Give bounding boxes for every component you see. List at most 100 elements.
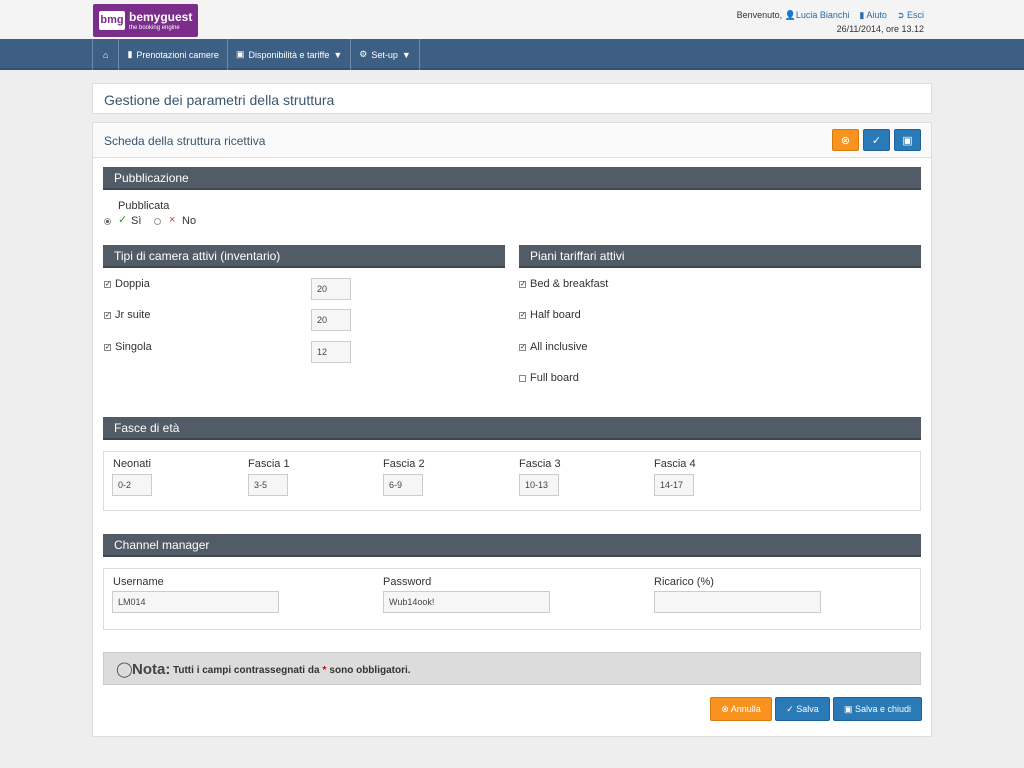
password-label: Password <box>383 576 432 588</box>
room-quantity-input[interactable]: 12 <box>311 341 351 363</box>
cancel-label: Annulla <box>730 704 761 714</box>
logout-link[interactable]: Esci <box>907 10 924 20</box>
published-yes-label: Sì <box>131 215 142 227</box>
lightbulb-icon: ◯ <box>116 661 133 678</box>
help-link[interactable]: Aiuto <box>866 10 887 20</box>
surcharge-label: Ricarico (%) <box>654 576 714 588</box>
plan-checkbox[interactable]: ✓ <box>519 312 526 319</box>
note-text-part1: Tutti i campi contrassegnati da <box>173 665 320 676</box>
age-band-label: Fascia 3 <box>519 458 561 470</box>
room-quantity-input[interactable]: 20 <box>311 309 351 331</box>
save-button[interactable]: ✓ Salva <box>775 697 830 721</box>
main-navbar: ⌂ ▮ Prenotazioni camere ▣ Disponibilità e … <box>0 39 1024 70</box>
chevron-down-icon: ▼ <box>401 49 411 60</box>
note-title: Nota: <box>132 661 171 678</box>
plan-label: All inclusive <box>530 341 588 353</box>
brand-tagline: the booking engine <box>129 25 180 31</box>
required-star: * <box>322 665 327 676</box>
section-rate-plans: Piani tariffari attivi <box>519 245 921 268</box>
brand-logo[interactable]: bmg bemyguest the booking engine <box>93 4 198 37</box>
save-label: Salva <box>796 704 819 714</box>
home-icon: ⌂ <box>103 49 109 60</box>
plan-label: Half board <box>530 309 581 321</box>
calendar-icon: ▣ <box>235 49 245 59</box>
help-icon: ▮ <box>859 10 865 20</box>
save-close-button[interactable]: ▣ Salva e chiudi <box>833 697 922 721</box>
plan-label: Full board <box>530 372 579 384</box>
age-band-label: Neonati <box>113 458 151 470</box>
note-text: Tutti i campi contrassegnati da * sono obb… <box>173 665 411 676</box>
top-bar: bmg bemyguest the booking engine Benvenu… <box>0 0 1024 39</box>
section-room-types: Tipi di camera attivi (inventario) <box>103 245 505 268</box>
book-icon: ▮ <box>127 49 133 59</box>
page-title-panel: Gestione dei parametri della struttura <box>92 83 932 114</box>
username-label: Username <box>113 576 164 588</box>
user-icon: 👤 <box>784 10 796 20</box>
published-yes-radio[interactable] <box>104 218 111 225</box>
section-pubblicazione: Pubblicazione <box>103 167 921 190</box>
floppy-icon: ▣ <box>902 135 913 147</box>
age-band-input[interactable]: 6-9 <box>383 474 423 496</box>
cancel-button[interactable]: ⊗ Annulla <box>710 697 772 721</box>
save-icon-button[interactable]: ✓ <box>863 129 890 151</box>
channel-manager-box: Username LM014 Password Wub14ook! Ricari… <box>103 568 921 630</box>
published-no-radio[interactable] <box>154 218 161 225</box>
user-name-link[interactable]: Lucia Bianchi <box>796 10 850 20</box>
plan-label: Bed & breakfast <box>530 278 609 290</box>
nav-disponibilita[interactable]: ▣ Disponibilità e tariffe ▼ <box>226 39 350 70</box>
welcome-text: Benvenuto, <box>736 10 783 20</box>
check-icon: ✓ <box>118 214 128 226</box>
nav-setup[interactable]: ⚙ Set-up ▼ <box>350 39 420 70</box>
room-label: Singola <box>115 341 152 353</box>
logout-icon: ➲ <box>896 10 905 20</box>
age-band-label: Fascia 1 <box>248 458 290 470</box>
published-label: Pubblicata <box>118 200 170 212</box>
close-icon: ⊗ <box>721 704 729 714</box>
cross-icon: × <box>169 214 176 226</box>
plan-checkbox[interactable]: ✓ <box>519 281 526 288</box>
form-title: Scheda della struttura ricettiva <box>104 134 266 148</box>
age-band-label: Fascia 4 <box>654 458 696 470</box>
floppy-icon: ▣ <box>843 704 853 714</box>
room-quantity-input[interactable]: 20 <box>311 278 351 300</box>
cancel-icon-button[interactable]: ⊗ <box>832 129 859 151</box>
age-band-input[interactable]: 10-13 <box>519 474 559 496</box>
age-bands-box: Neonati 0-2 Fascia 1 3-5 Fascia 2 6-9 Fa… <box>103 451 921 511</box>
username-field[interactable]: LM014 <box>112 591 279 613</box>
form-header: Scheda della struttura ricettiva ⊗ ✓ ▣ <box>93 123 931 158</box>
room-checkbox[interactable]: ✓ <box>104 312 111 319</box>
chevron-down-icon: ▼ <box>333 49 343 60</box>
plan-checkbox[interactable] <box>519 375 526 382</box>
age-band-input[interactable]: 0-2 <box>112 474 152 496</box>
brand-mark: bmg <box>99 11 125 30</box>
brand-name: bemyguest <box>129 10 193 24</box>
check-icon: ✓ <box>871 135 882 147</box>
nav-item-label: Set-up <box>371 49 398 60</box>
form-panel: Scheda della struttura ricettiva ⊗ ✓ ▣ P… <box>92 122 932 737</box>
nav-item-label: Prenotazioni camere <box>136 49 219 60</box>
surcharge-field[interactable] <box>654 591 821 613</box>
nav-prenotazioni[interactable]: ▮ Prenotazioni camere <box>118 39 227 70</box>
room-checkbox[interactable]: ✓ <box>104 281 111 288</box>
note-box: ◯ Nota: Tutti i campi contrassegnati da *… <box>103 652 921 685</box>
nav-item-label: Disponibilità e tariffe <box>248 49 330 60</box>
password-field[interactable]: Wub14ook! <box>383 591 550 613</box>
save-close-icon-button[interactable]: ▣ <box>894 129 921 151</box>
user-box: Benvenuto, 👤Lucia Bianchi ▮ Aiuto ➲ Esci… <box>736 10 924 34</box>
gear-icon: ⚙ <box>359 49 368 59</box>
current-datetime: 26/11/2014, ore 13.12 <box>836 24 924 34</box>
plan-checkbox[interactable]: ✓ <box>519 344 526 351</box>
note-text-part2: sono obbligatori. <box>329 665 411 676</box>
room-checkbox[interactable]: ✓ <box>104 344 111 351</box>
page-title: Gestione dei parametri della struttura <box>104 92 335 108</box>
nav-home[interactable]: ⌂ <box>92 39 118 70</box>
save-close-label: Salva e chiudi <box>854 704 912 714</box>
section-age-bands: Fasce di età <box>103 417 921 440</box>
room-label: Jr suite <box>115 309 151 321</box>
check-icon: ✓ <box>786 704 794 714</box>
age-band-input[interactable]: 3-5 <box>248 474 288 496</box>
close-icon: ⊗ <box>840 135 851 147</box>
published-no-label: No <box>182 215 197 227</box>
age-band-input[interactable]: 14-17 <box>654 474 694 496</box>
age-band-label: Fascia 2 <box>383 458 425 470</box>
